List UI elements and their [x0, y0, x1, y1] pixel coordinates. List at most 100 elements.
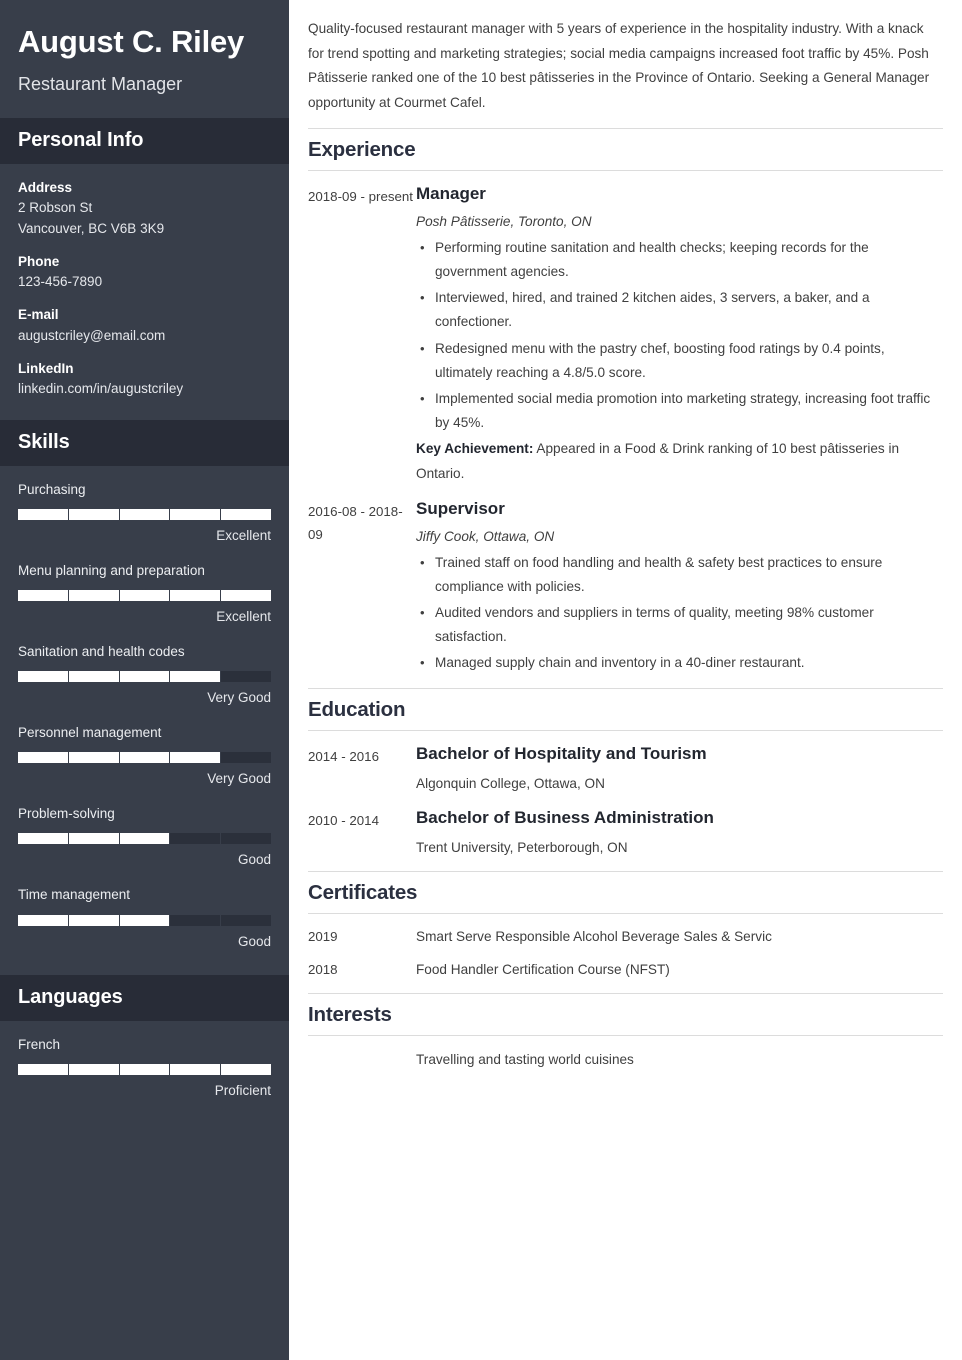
bullet-item: Trained staff on food handling and healt… [416, 551, 943, 599]
key-achievement-label: Key Achievement: [416, 441, 534, 457]
skill-rating-bar [18, 914, 271, 926]
skill-item: Purchasing Excellent [18, 480, 271, 546]
info-value: Vancouver, BC V6B 3K9 [18, 221, 165, 237]
info-label: E-mail [18, 307, 59, 323]
experience-entry: 2016-08 - 2018-09 Supervisor Jiffy Cook,… [308, 486, 943, 676]
personal-info-item-linkedin: LinkedIn linkedin.com/in/augustcriley [18, 359, 271, 400]
experience-bullets: Trained staff on food handling and healt… [416, 551, 943, 676]
section-title-education: Education [308, 687, 943, 731]
interest-entry: Travelling and tasting world cuisines [308, 1036, 943, 1071]
education-school: Algonquin College, Ottawa, ON [416, 775, 605, 791]
section-experience: Experience 2018-09 - present Manager Pos… [308, 127, 943, 676]
certificate-year: 2018 [308, 962, 338, 978]
certificate-title: Food Handler Certification Course (NFST) [416, 962, 670, 978]
info-value: 123-456-7890 [18, 274, 103, 290]
skill-item: Sanitation and health codes Very Good [18, 642, 271, 708]
bullet-item: Redesigned menu with the pastry chef, bo… [416, 337, 943, 385]
info-value[interactable]: augustcriley@email.com [18, 326, 271, 347]
education-date: 2014 - 2016 [308, 748, 379, 764]
identity-block: August C. Riley Restaurant Manager [0, 0, 289, 118]
skill-name: Personnel management [18, 725, 162, 741]
skill-rating-bar [18, 671, 271, 683]
education-entry: 2010 - 2014 Bachelor of Business Adminis… [308, 795, 943, 859]
personal-info-item-address: Address 2 Robson St Vancouver, BC V6B 3K… [18, 178, 271, 240]
skill-rating-ticks [18, 508, 271, 520]
certificate-title: Smart Serve Responsible Alcohol Beverage… [416, 928, 772, 944]
skill-level-label: Very Good [207, 690, 271, 706]
section-interests: Interests Travelling and tasting world c… [308, 993, 943, 1071]
education-degree: Bachelor of Hospitality and Tourism [416, 743, 707, 763]
skill-level-label: Good [237, 852, 271, 868]
skills-list: Purchasing Excellent Menu planning and p… [0, 466, 289, 975]
language-level-label: Proficient [214, 1082, 271, 1098]
language-name: French [18, 1036, 61, 1052]
skill-item: Menu planning and preparation Excellent [18, 561, 271, 627]
skill-level-label: Excellent [216, 609, 271, 625]
bullet-item: Managed supply chain and inventory in a … [416, 651, 943, 675]
skill-item: Personnel management Very Good [18, 723, 271, 789]
skill-level-label: Excellent [216, 527, 271, 543]
language-item: French Proficient [18, 1035, 271, 1101]
section-title-certificates: Certificates [308, 870, 943, 914]
professional-summary: Quality-focused restaurant manager with … [308, 21, 930, 111]
experience-org: Posh Pâtisserie, Toronto, ON [416, 213, 592, 229]
info-value[interactable]: linkedin.com/in/augustcriley [18, 379, 271, 400]
skill-item: Time management Good [18, 885, 271, 951]
skill-level-label: Good [237, 933, 271, 949]
experience-body: Manager Posh Pâtisserie, Toronto, ON Per… [416, 183, 943, 486]
skill-name: Problem-solving [18, 806, 115, 822]
languages-list: French Proficient [0, 1021, 289, 1124]
experience-body: Supervisor Jiffy Cook, Ottawa, ON Traine… [416, 498, 943, 676]
education-school: Trent University, Peterborough, ON [416, 839, 628, 855]
personal-info-item-email: E-mail augustcriley@email.com [18, 305, 271, 346]
experience-date: 2016-08 - 2018-09 [308, 503, 403, 542]
info-label: LinkedIn [18, 360, 74, 376]
section-header-languages: Languages [0, 974, 289, 1021]
experience-role: Manager [416, 183, 486, 203]
resume-page: August C. Riley Restaurant Manager Perso… [0, 0, 962, 1360]
language-rating-bar [18, 1063, 271, 1075]
info-label: Phone [18, 254, 60, 270]
section-certificates: Certificates 2019 Smart Serve Responsibl… [308, 870, 943, 982]
sidebar: August C. Riley Restaurant Manager Perso… [0, 0, 289, 1360]
skill-name: Purchasing [18, 481, 86, 497]
info-value: 2 Robson St [18, 200, 93, 216]
skill-rating-ticks [18, 914, 271, 926]
skill-rating-ticks [18, 590, 271, 602]
certificate-year: 2019 [308, 928, 338, 944]
bullet-item: Performing routine sanitation and health… [416, 236, 943, 284]
skill-rating-bar [18, 752, 271, 764]
skill-rating-ticks [18, 671, 271, 683]
interest-date-spacer [308, 1049, 416, 1071]
certificate-entry: 2018 Food Handler Certification Course (… [308, 947, 943, 981]
section-title-experience: Experience [308, 127, 943, 171]
section-header-skills: Skills [0, 419, 289, 466]
candidate-job-title: Restaurant Manager [18, 73, 183, 94]
education-body: Bachelor of Business Administration Tren… [416, 807, 943, 859]
personal-info-item-phone: Phone 123-456-7890 [18, 252, 271, 293]
candidate-name: August C. Riley [18, 24, 245, 59]
skill-level-label: Very Good [207, 771, 271, 787]
education-entry: 2014 - 2016 Bachelor of Hospitality and … [308, 731, 943, 795]
section-education: Education 2014 - 2016 Bachelor of Hospit… [308, 687, 943, 859]
skill-rating-bar [18, 590, 271, 602]
language-rating-ticks [18, 1063, 271, 1075]
main-content: Quality-focused restaurant manager with … [289, 0, 962, 1360]
skill-rating-bar [18, 508, 271, 520]
skill-rating-bar [18, 833, 271, 845]
interest-text: Travelling and tasting world cuisines [416, 1052, 634, 1068]
certificate-entry: 2019 Smart Serve Responsible Alcohol Bev… [308, 914, 943, 948]
info-label: Address [18, 180, 73, 196]
personal-info-list: Address 2 Robson St Vancouver, BC V6B 3K… [0, 164, 289, 420]
skill-name: Sanitation and health codes [18, 643, 185, 659]
section-title-interests: Interests [308, 993, 943, 1037]
education-date: 2010 - 2014 [308, 812, 379, 828]
skill-name: Menu planning and preparation [18, 562, 205, 578]
skill-item: Problem-solving Good [18, 804, 271, 870]
education-degree: Bachelor of Business Administration [416, 807, 714, 827]
education-body: Bachelor of Hospitality and Tourism Algo… [416, 743, 943, 795]
experience-bullets: Performing routine sanitation and health… [416, 236, 943, 436]
bullet-item: Implemented social media promotion into … [416, 387, 943, 435]
skill-rating-ticks [18, 833, 271, 845]
key-achievement: Key Achievement: Appeared in a Food & Dr… [416, 437, 943, 485]
